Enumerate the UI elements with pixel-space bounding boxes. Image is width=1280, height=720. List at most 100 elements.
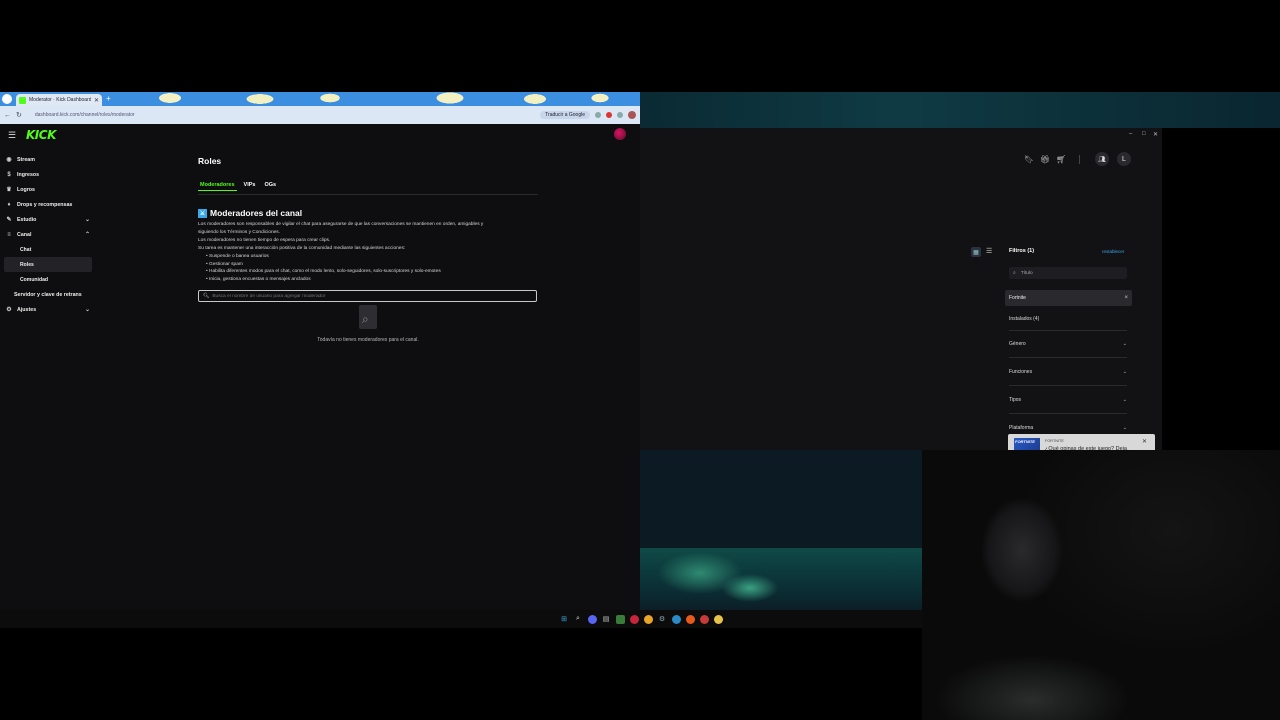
channel-icon: ≡	[7, 231, 11, 238]
discord-icon[interactable]	[587, 614, 597, 624]
tab-ogs[interactable]: OGs	[262, 182, 278, 191]
filter-group-genero[interactable]: Género ⌄	[1009, 341, 1127, 347]
active-filter-label: Fortnite	[1009, 295, 1026, 301]
close-icon[interactable]: ✕	[1142, 438, 1147, 445]
wishlist-icon[interactable]: 🔖︎	[1024, 155, 1034, 164]
address-bar[interactable]: dashboard.kick.com/channel/roles/moderat…	[35, 112, 535, 118]
sidebar-item-label: Servidor y clave de retrans	[14, 291, 82, 298]
background-scenery-top	[640, 92, 1280, 128]
sidebar-item-logros[interactable]: ♛ Logros	[0, 182, 96, 197]
app-icon[interactable]	[671, 614, 681, 624]
actions-list: Suspende o banea usuarios Gestionar spam…	[198, 253, 538, 285]
sidebar-item-canal[interactable]: ≡ Canal ⌃	[0, 227, 96, 242]
settings-icon: ⚙	[6, 307, 12, 313]
app-icon[interactable]	[629, 614, 639, 624]
filter-group-tipos[interactable]: Tipos ⌄	[1009, 397, 1127, 403]
chevron-down-icon: ⌄	[84, 217, 90, 223]
filter-label: Tipos	[1009, 397, 1022, 403]
filter-group-plataforma[interactable]: Plataforma ⌄	[1009, 425, 1127, 431]
browser-menu-icon[interactable]	[2, 94, 12, 104]
sidebar-item-label: Ingresos	[17, 171, 40, 178]
app-icon[interactable]	[615, 614, 625, 624]
search-icon[interactable]: ⌕	[574, 615, 583, 624]
list-view-icon[interactable]: ☰	[986, 247, 992, 255]
filter-label: Funciones	[1009, 369, 1033, 375]
browser-window: Moderator · Kick Dashboard ✕ + ← ↻ dashb…	[0, 92, 640, 610]
tab-moderadores[interactable]: Moderadores	[198, 182, 237, 191]
sidebar-item-ingresos[interactable]: $ Ingresos	[0, 167, 96, 182]
bookmark-icon[interactable]	[595, 112, 601, 118]
page-title: Roles	[198, 156, 222, 166]
title-filter-input[interactable]: ⌕ Título	[1009, 267, 1127, 279]
minimize-icon[interactable]: –	[1129, 131, 1132, 137]
new-tab-icon[interactable]: +	[106, 94, 111, 103]
grid-view-icon[interactable]: ▦	[971, 247, 981, 257]
active-filter-chip[interactable]: Fortnite ×	[1005, 290, 1132, 306]
sidebar-item-roles[interactable]: Roles	[4, 257, 92, 272]
filter-label: Género	[1009, 341, 1026, 347]
roles-tabs: Moderadores VIPs OGs	[198, 182, 538, 195]
friends-icon[interactable]: 👥︎	[1095, 152, 1109, 166]
steam-icon[interactable]: ⚙	[658, 615, 667, 624]
sidebar-item-stream[interactable]: ◉ Stream	[0, 152, 96, 167]
tab-vips[interactable]: VIPs	[242, 182, 258, 191]
sidebar-item-estudio[interactable]: ✎ Estudio ⌄	[0, 212, 96, 227]
reset-filters-link[interactable]: restablecer	[1102, 249, 1124, 254]
description-line: Los moderadores no tienen tiempo de espe…	[198, 237, 331, 243]
kick-logo[interactable]: KICK	[26, 128, 56, 142]
profile-avatar[interactable]	[628, 111, 636, 119]
extension-icon[interactable]	[606, 112, 612, 118]
app-icon[interactable]	[713, 614, 723, 624]
empty-state-icon: ⌕	[357, 305, 379, 331]
divider	[1009, 385, 1127, 386]
sidebar-item-label: Drops y recompensas	[17, 201, 73, 208]
maximize-icon[interactable]: □	[1142, 131, 1146, 137]
chevron-down-icon: ⌄	[84, 307, 90, 313]
gift-icon[interactable]: 🎁︎	[1040, 155, 1050, 164]
app-icon[interactable]	[699, 614, 709, 624]
translate-button[interactable]: Traducir a Google	[540, 111, 590, 119]
user-avatar[interactable]: L	[1117, 152, 1131, 166]
start-icon[interactable]: ⊞	[560, 615, 569, 624]
sidebar-item-label: Estudio	[17, 216, 37, 223]
chevron-up-icon: ⌃	[84, 232, 90, 238]
browser-tab[interactable]: Moderator · Kick Dashboard ✕	[16, 94, 102, 106]
gift-icon: ♦	[7, 201, 11, 208]
sidebar-item-chat[interactable]: Chat	[0, 242, 96, 257]
stream-icon: ◉	[6, 157, 12, 163]
title-filter-placeholder: Título	[1020, 270, 1033, 276]
extensions-icon[interactable]	[617, 112, 623, 118]
shield-icon: ⚔	[198, 208, 207, 218]
sidebar-item-ajustes[interactable]: ⚙ Ajustes ⌄	[0, 302, 96, 317]
cart-icon[interactable]: 🛒︎	[1056, 155, 1066, 164]
menu-icon[interactable]: ☰	[8, 130, 22, 141]
roles-content: Roles Moderadores VIPs OGs ⚔ Moderadores…	[198, 152, 538, 343]
remove-filter-icon[interactable]: ×	[1124, 295, 1128, 301]
sidebar-item-label: Logros	[17, 186, 35, 193]
chevron-down-icon: ⌄	[1122, 425, 1127, 431]
back-icon[interactable]: ←	[4, 112, 11, 119]
moderator-search-input[interactable]	[212, 293, 532, 299]
divider	[1079, 155, 1080, 164]
user-avatar[interactable]	[614, 128, 626, 140]
sidebar-item-servidor[interactable]: Servidor y clave de retrans	[0, 287, 96, 302]
filters-title: Filtros (1)	[1009, 248, 1035, 254]
sidebar-item-comunidad[interactable]: Comunidad	[0, 272, 96, 287]
filter-installed[interactable]: Instalados (4)	[1009, 316, 1127, 322]
chrome-icon[interactable]	[643, 614, 653, 624]
filter-label: Instalados (4)	[1009, 316, 1040, 322]
filter-group-funciones[interactable]: Funciones ⌄	[1009, 369, 1127, 375]
close-icon[interactable]: ✕	[1153, 131, 1158, 138]
kick-topbar: ☰ KICK	[0, 124, 640, 146]
close-tab-icon[interactable]: ✕	[94, 97, 99, 104]
filter-label: Plataforma	[1009, 425, 1034, 431]
sidebar-item-drops[interactable]: ♦ Drops y recompensas	[0, 197, 96, 212]
app-icon[interactable]	[685, 614, 695, 624]
dashboard-sidebar: ◉ Stream $ Ingresos ♛ Logros ♦ Drops y recom…	[0, 152, 96, 317]
app-icon[interactable]: ▤	[602, 615, 611, 624]
refresh-icon[interactable]: ↻	[16, 111, 22, 119]
divider	[1009, 413, 1127, 414]
taskbar: ⊞ ⌕ ▤ ⚙	[0, 610, 922, 628]
studio-icon: ✎	[6, 217, 12, 223]
moderator-search[interactable]: 🔍︎	[198, 290, 537, 303]
